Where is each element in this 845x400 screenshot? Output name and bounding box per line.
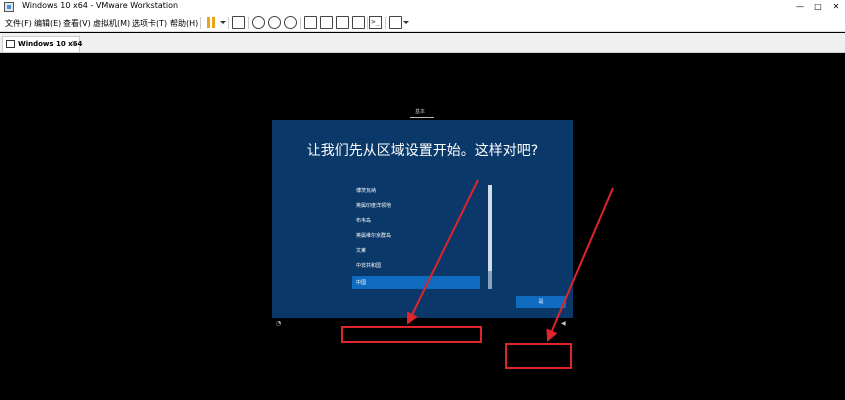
highlight-box-button [505,343,572,369]
revert-snapshot-icon[interactable] [268,16,281,29]
toolbar-separator [385,17,386,29]
vm-icon [6,40,15,48]
region-list-item[interactable]: 中非共和国 [352,259,480,272]
menu-file[interactable]: 文件(F) [5,18,32,29]
maximize-button[interactable]: □ [808,0,828,14]
region-list-item[interactable]: 布韦岛 [352,214,480,227]
pause-icon[interactable] [205,16,218,29]
send-keys-icon[interactable] [232,16,245,29]
toolbar-separator [200,17,201,29]
title-bar: Windows 10 x64 - VMware Workstation — □ … [0,0,845,14]
toolbar-separator [228,17,229,29]
tab-close-icon[interactable]: ✕ [71,39,78,48]
library-icon[interactable] [304,16,317,29]
tab-windows-10-x64[interactable]: Windows 10 x64 ✕ [2,36,82,52]
oobe-section-title: 基本 [415,109,426,115]
oobe-top-bar: 基本 [272,104,573,120]
window-title: Windows 10 x64 - VMware Workstation [22,1,179,10]
region-scrollbar[interactable] [488,185,492,289]
menu-edit[interactable]: 编辑(E) [34,18,61,29]
snapshot-manager-icon[interactable] [284,16,297,29]
region-list-item[interactable]: 文莱 [352,244,480,257]
menu-help[interactable]: 帮助(H) [170,18,198,29]
fullscreen-icon[interactable] [389,16,402,29]
menu-tabs[interactable]: 选项卡(T) [132,18,167,29]
menu-vm[interactable]: 虚拟机(M) [93,18,130,29]
toolbar-separator [300,17,301,29]
scroll-thumb[interactable] [488,185,492,271]
highlight-box-region [341,326,482,343]
snapshot-icon[interactable] [252,16,265,29]
minimize-button[interactable]: — [790,0,810,14]
fit-guest-icon[interactable] [336,16,349,29]
unity-icon[interactable] [352,16,365,29]
volume-icon[interactable]: ◀ [561,320,566,327]
chevron-down-icon[interactable] [403,21,409,24]
region-list-item-selected[interactable]: 中国 [352,276,480,289]
console-icon[interactable]: >_ [369,16,382,29]
chevron-down-icon[interactable] [220,21,226,24]
tab-strip: Windows 10 x64 ✕ [0,33,845,53]
close-button[interactable]: ✕ [826,0,845,14]
menu-bar: 文件(F) 编辑(E) 查看(V) 虚拟机(M) 选项卡(T) 帮助(H) >_ [0,14,845,32]
yes-button[interactable]: 是 [516,296,566,308]
section-underline [410,117,434,118]
toolbar-separator [367,17,368,29]
vmware-app-icon [4,2,14,12]
ease-of-access-icon[interactable]: ◔ [276,320,281,327]
region-list-item[interactable]: 英属维尔京群岛 [352,229,480,242]
region-list-item[interactable]: 博茨瓦纳 [352,184,480,197]
region-list-item[interactable]: 英属印度洋领地 [352,199,480,212]
menu-view[interactable]: 查看(V) [63,18,91,29]
toolbar-separator [248,17,249,29]
oobe-heading: 让我们先从区域设置开始。这样对吧? [306,143,539,159]
thumbnail-icon[interactable] [320,16,333,29]
windows-oobe-screen[interactable]: 基本 让我们先从区域设置开始。这样对吧? 博茨瓦纳 英属印度洋领地 布韦岛 英属… [272,104,573,329]
